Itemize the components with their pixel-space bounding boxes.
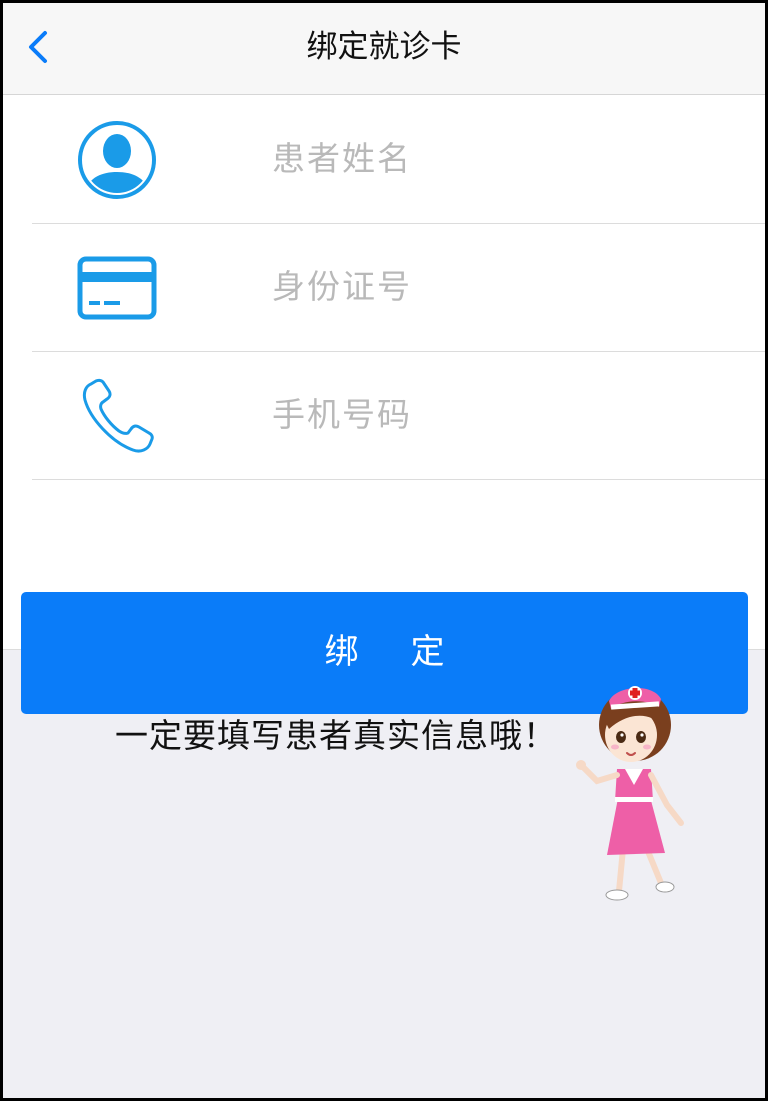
phone-number-row xyxy=(32,351,765,480)
notice-text: 一定要填写患者真实信息哦！ xyxy=(115,716,557,755)
id-number-input[interactable] xyxy=(272,257,732,315)
nurse-illustration xyxy=(569,673,699,913)
bind-card-form: 绑定 xyxy=(3,95,765,714)
screen: 绑定就诊卡 患者姓名 身份证号 手机号码 绑定 一定要填写患者真实信息哦！ xyxy=(3,3,765,1098)
phone-icon xyxy=(77,376,157,456)
page-title: 绑定就诊卡 xyxy=(306,29,462,65)
person-icon xyxy=(77,120,157,200)
patient-name-input[interactable] xyxy=(272,129,732,187)
phone-number-input[interactable] xyxy=(272,385,732,443)
patient-name-row xyxy=(32,95,765,224)
nav-bar: 绑定就诊卡 xyxy=(3,3,765,95)
id-card-icon xyxy=(77,248,157,328)
id-number-row xyxy=(32,223,765,352)
